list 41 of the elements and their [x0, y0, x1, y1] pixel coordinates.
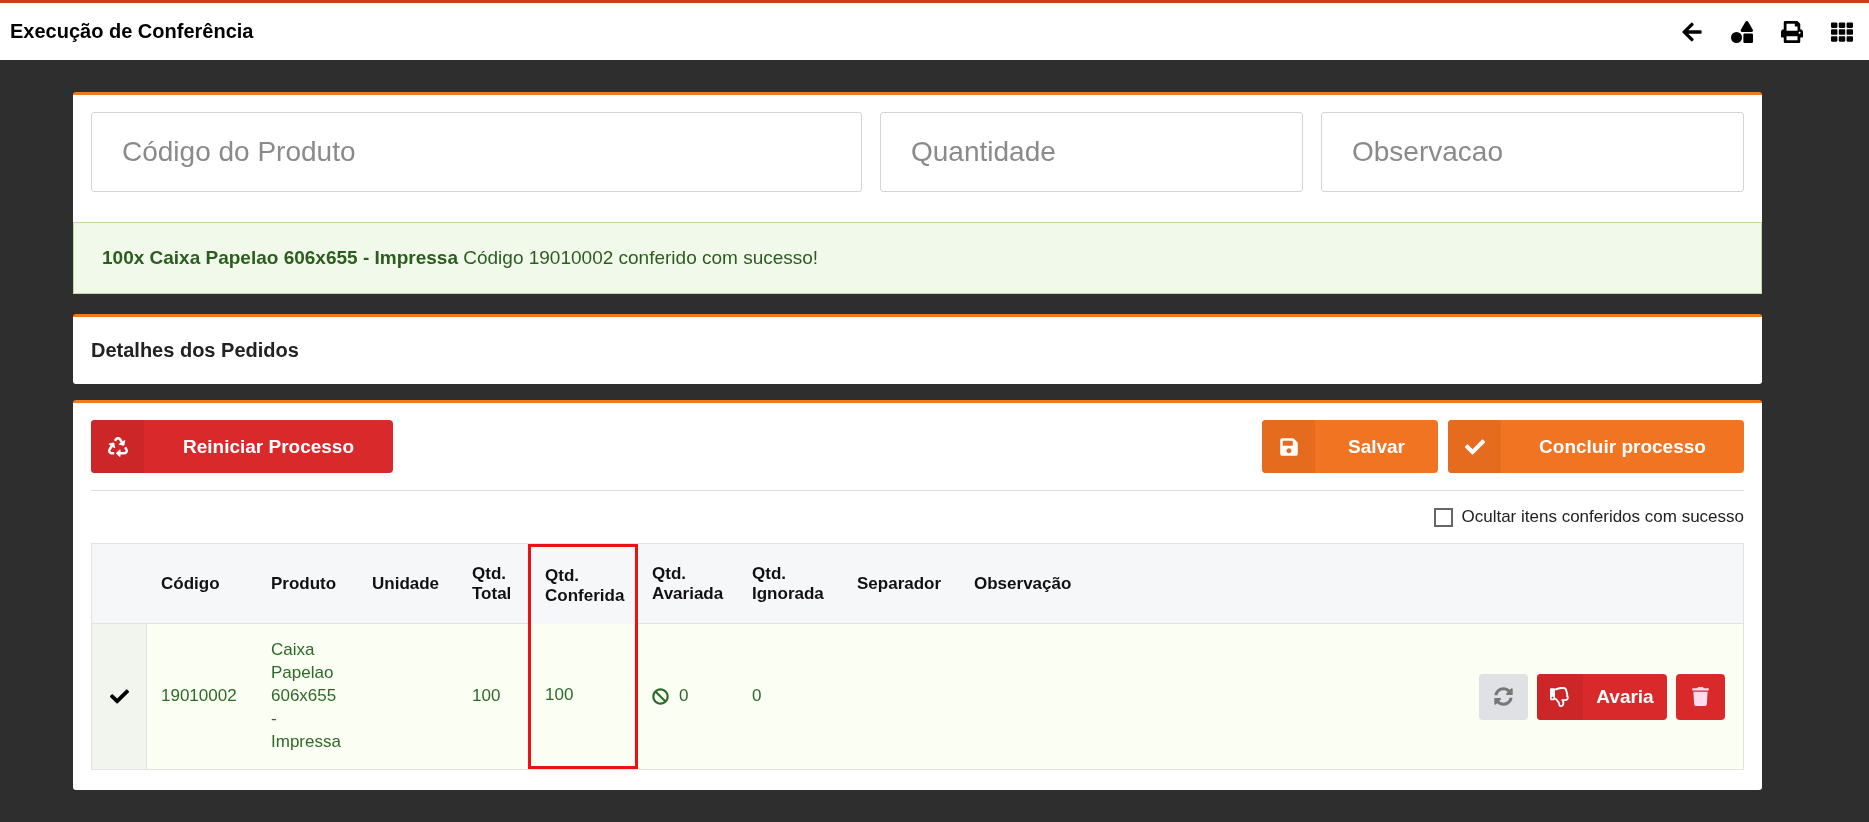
panel-title: Detalhes dos Pedidos: [90, 338, 300, 363]
thumbs-down-icon: [1537, 673, 1583, 720]
input-field[interactable]: Observacao: [1321, 112, 1744, 192]
shapes-icon[interactable]: [1731, 20, 1753, 43]
check-icon: [109, 687, 129, 706]
column-header: Código: [147, 544, 257, 624]
cell-value: 100: [472, 685, 501, 708]
checkbox[interactable]: [1434, 507, 1454, 527]
grid-icon[interactable]: [1831, 20, 1853, 43]
checkbox-label: Ocultar itens conferidos com sucesso: [1461, 507, 1744, 527]
recycle-icon: [91, 420, 144, 473]
restart-button[interactable]: Reiniciar Processo: [91, 420, 393, 473]
column-header: Qtd. Ignorada: [738, 544, 843, 624]
damage-button[interactable]: Avaria: [1537, 673, 1667, 720]
input-field[interactable]: Quantidade: [880, 112, 1303, 192]
column-header: Qtd. Total: [458, 544, 528, 624]
back-arrow-icon[interactable]: [1681, 20, 1703, 43]
delete-button[interactable]: [1676, 673, 1725, 720]
finish-button[interactable]: Concluir processo: [1448, 420, 1744, 473]
column-header: Produto: [257, 544, 358, 624]
cell-value: 100: [545, 683, 574, 706]
column-header: Observação: [960, 544, 1080, 624]
save-button[interactable]: Salvar: [1262, 420, 1438, 473]
column-header: Separador: [843, 544, 960, 624]
cell-value: Caixa Papelao 606x655 - Impressa: [271, 639, 342, 753]
success-message: 100x Caixa Papelao 606x655 - Impressa Código 19010002 conferido com sucesso!: [73, 222, 1762, 294]
check-icon: [1448, 420, 1501, 473]
cell-value: 0: [679, 685, 689, 708]
page-title: Execução de Conferência: [10, 20, 254, 43]
cell-value: 19010002: [161, 685, 237, 708]
input-field[interactable]: Código do Produto: [91, 112, 862, 192]
cell-value: 0: [752, 685, 762, 708]
ban-icon: [652, 688, 669, 705]
refresh-button[interactable]: [1479, 673, 1528, 720]
save-icon: [1262, 420, 1315, 473]
column-header: Unidade: [358, 544, 458, 624]
column-header: Qtd. Avariada: [638, 544, 738, 624]
refresh-icon: [1494, 687, 1513, 706]
trash-icon: [1691, 687, 1710, 706]
print-icon[interactable]: [1781, 20, 1803, 43]
column-header: Qtd. Conferida: [528, 544, 638, 624]
